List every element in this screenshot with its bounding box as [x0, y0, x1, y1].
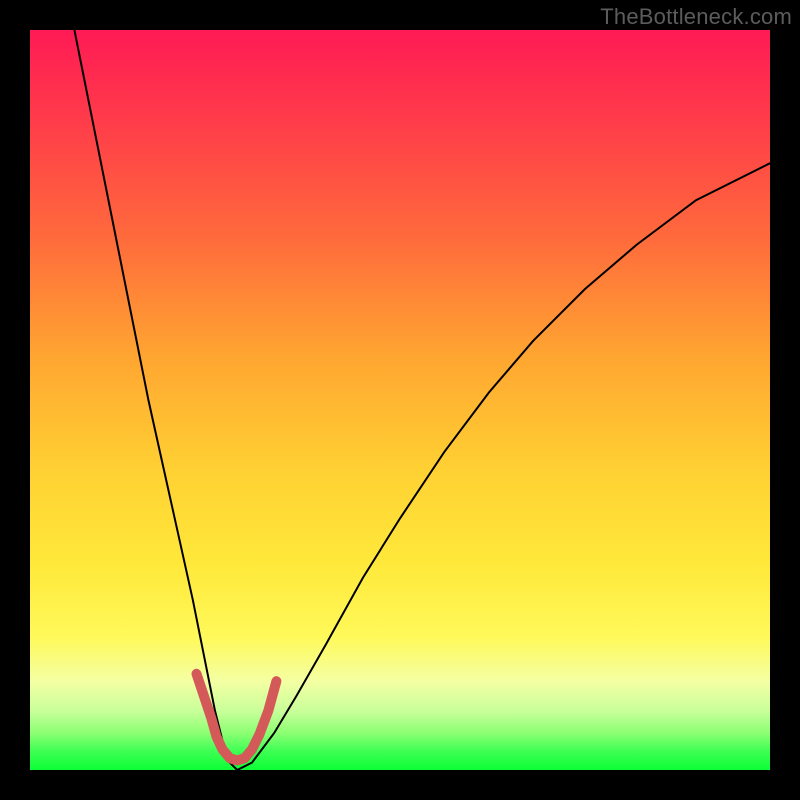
curves-svg: [30, 30, 770, 770]
black-curve-path: [74, 30, 770, 770]
plot-area: [30, 30, 770, 770]
chart-frame: TheBottleneck.com: [0, 0, 800, 800]
watermark-text: TheBottleneck.com: [600, 4, 792, 30]
